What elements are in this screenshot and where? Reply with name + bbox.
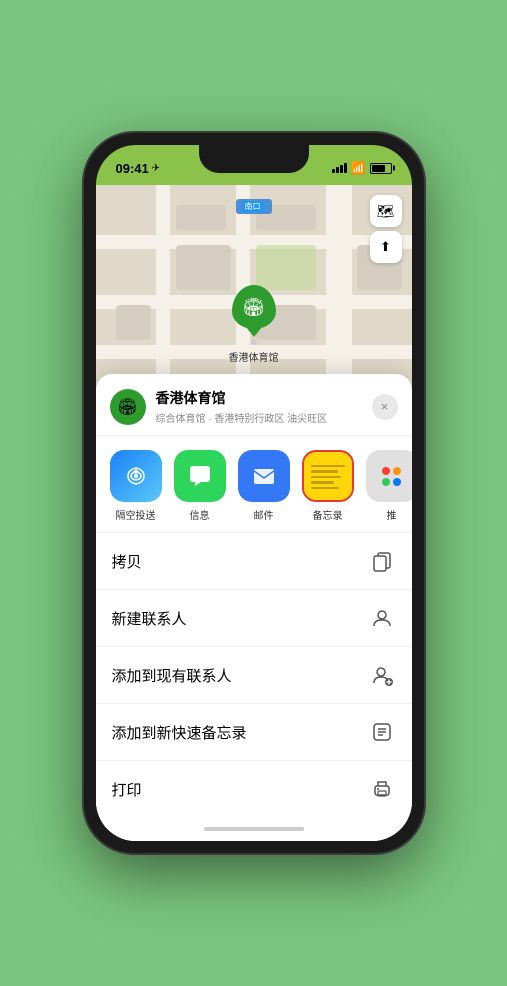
- wifi-icon: 📶: [351, 161, 366, 175]
- phone-screen: 09:41 ✈ 📶: [96, 145, 412, 841]
- action-item-copy[interactable]: 拷贝: [96, 533, 412, 590]
- marker-label: 香港体育馆: [229, 349, 279, 364]
- copy-icon: [368, 547, 396, 575]
- notes-label: 备忘录: [313, 507, 343, 522]
- messages-icon: [174, 450, 226, 502]
- notes-icon: [302, 450, 354, 502]
- new-contact-icon: [368, 604, 396, 632]
- home-bar: [204, 827, 304, 831]
- status-time: 09:41: [116, 161, 149, 176]
- marker-dot: [251, 339, 257, 345]
- bottom-sheet: 🏟 香港体育馆 综合体育馆 · 香港特别行政区 油尖旺区 ×: [96, 374, 412, 841]
- map-layers-button[interactable]: 🗺: [370, 195, 402, 227]
- more-icon: [366, 450, 412, 502]
- battery-icon: [370, 163, 392, 174]
- location-info: 香港体育馆 综合体育馆 · 香港特别行政区 油尖旺区: [156, 388, 362, 425]
- mail-label: 邮件: [254, 507, 274, 522]
- map-location-icon: ⬆: [380, 239, 391, 255]
- new-contact-label: 新建联系人: [112, 608, 187, 629]
- location-arrow-icon: ✈: [152, 163, 160, 174]
- home-indicator: [96, 817, 412, 841]
- mail-icon: [238, 450, 290, 502]
- signal-bars-icon: [332, 163, 347, 173]
- location-icon: 🏟: [110, 389, 146, 425]
- marker-circle: 🏟: [232, 285, 276, 329]
- share-row: 隔空投送 信息: [96, 436, 412, 533]
- location-name: 香港体育馆: [156, 388, 362, 408]
- map-location-button[interactable]: ⬆: [370, 231, 402, 263]
- action-item-new-contact[interactable]: 新建联系人: [96, 590, 412, 647]
- add-note-label: 添加到新快速备忘录: [112, 722, 247, 743]
- location-description: 综合体育馆 · 香港特别行政区 油尖旺区: [156, 410, 362, 425]
- more-label: 推: [387, 507, 397, 522]
- share-item-messages[interactable]: 信息: [174, 450, 226, 522]
- map-controls: 🗺 ⬆: [370, 195, 402, 263]
- print-icon: [368, 775, 396, 803]
- action-item-add-note[interactable]: 添加到新快速备忘录: [96, 704, 412, 761]
- close-icon: ×: [381, 399, 389, 414]
- action-list: 拷贝 新建联系人: [96, 533, 412, 817]
- share-item-notes[interactable]: 备忘录: [302, 450, 354, 522]
- close-button[interactable]: ×: [372, 394, 398, 420]
- copy-label: 拷贝: [112, 551, 142, 572]
- action-item-add-existing[interactable]: 添加到现有联系人: [96, 647, 412, 704]
- map-layers-icon: 🗺: [377, 203, 395, 220]
- stadium-marker: 🏟 香港体育馆: [229, 285, 279, 364]
- location-header: 🏟 香港体育馆 综合体育馆 · 香港特别行政区 油尖旺区 ×: [96, 374, 412, 436]
- messages-label: 信息: [190, 507, 210, 522]
- phone-frame: 09:41 ✈ 📶: [84, 133, 424, 853]
- stadium-icon: 🏟: [242, 297, 265, 318]
- map-label-box: 南口: [242, 201, 264, 212]
- print-label: 打印: [112, 779, 142, 800]
- add-existing-icon: [368, 661, 396, 689]
- share-item-more[interactable]: 推: [366, 450, 412, 522]
- status-icons: 📶: [332, 161, 392, 175]
- share-item-mail[interactable]: 邮件: [238, 450, 290, 522]
- add-existing-label: 添加到现有联系人: [112, 665, 232, 686]
- airdrop-icon: [110, 450, 162, 502]
- airdrop-label: 隔空投送: [116, 507, 156, 522]
- action-item-print[interactable]: 打印: [96, 761, 412, 817]
- map-south-gate-label: 南口: [236, 199, 272, 214]
- share-item-airdrop[interactable]: 隔空投送: [110, 450, 162, 522]
- notch: [199, 145, 309, 173]
- stadium-small-icon: 🏟: [117, 397, 137, 417]
- add-note-icon: [368, 718, 396, 746]
